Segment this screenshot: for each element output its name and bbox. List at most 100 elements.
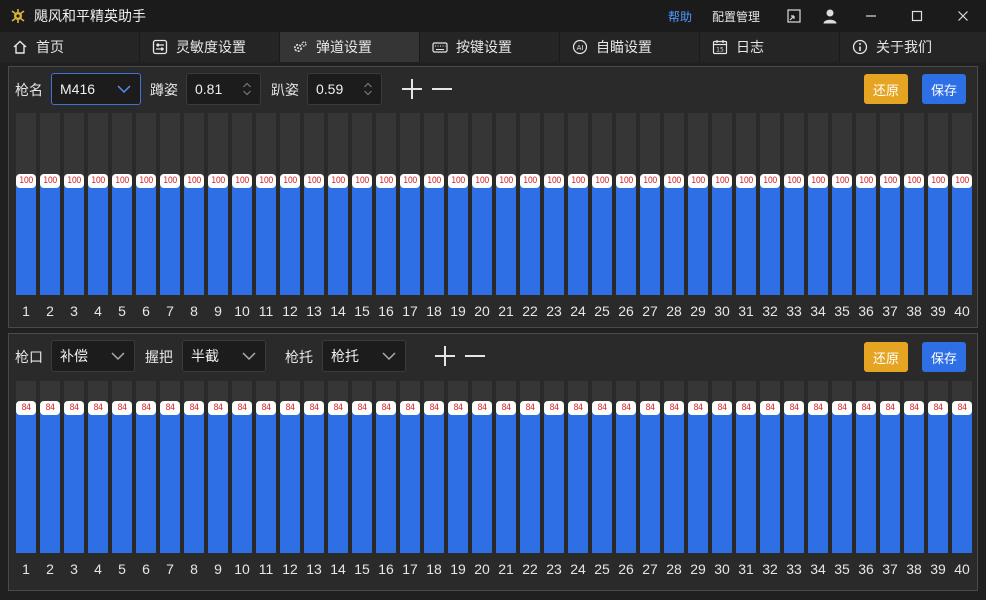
plus-icon[interactable] xyxy=(434,345,456,367)
bar-value-badge[interactable]: 84 xyxy=(400,401,420,415)
bar-value-badge[interactable]: 100 xyxy=(304,174,324,188)
bar-value-badge[interactable]: 84 xyxy=(712,401,732,415)
bar-value-badge[interactable]: 84 xyxy=(496,401,516,415)
bar-value-badge[interactable]: 84 xyxy=(544,401,564,415)
bar-value-badge[interactable]: 100 xyxy=(496,174,516,188)
minus-icon[interactable] xyxy=(464,345,486,367)
bar-value-badge[interactable]: 100 xyxy=(616,174,636,188)
bar-value-badge[interactable]: 84 xyxy=(232,401,252,415)
bar-value-badge[interactable]: 100 xyxy=(664,174,684,188)
bar-value-badge[interactable]: 100 xyxy=(88,174,108,188)
bar-value-badge[interactable]: 84 xyxy=(136,401,156,415)
bar-value-badge[interactable]: 84 xyxy=(904,401,924,415)
bar-value-badge[interactable]: 84 xyxy=(424,401,444,415)
maximize-button[interactable] xyxy=(894,0,940,32)
restore-button[interactable]: 还原 xyxy=(864,74,908,104)
bar-value-badge[interactable]: 84 xyxy=(760,401,780,415)
tab-about[interactable]: 关于我们 xyxy=(840,32,980,62)
bar-value-badge[interactable]: 100 xyxy=(208,174,228,188)
muzzle-select[interactable]: 补偿 xyxy=(51,340,135,372)
bar-value-badge[interactable]: 100 xyxy=(16,174,36,188)
bar-value-badge[interactable]: 84 xyxy=(856,401,876,415)
bar-value-badge[interactable]: 84 xyxy=(352,401,372,415)
bar-value-badge[interactable]: 84 xyxy=(16,401,36,415)
bar-value-badge[interactable]: 84 xyxy=(184,401,204,415)
bar-value-badge[interactable]: 84 xyxy=(592,401,612,415)
bar-value-badge[interactable]: 84 xyxy=(280,401,300,415)
stock-select[interactable]: 枪托 xyxy=(322,340,406,372)
bar-value-badge[interactable]: 100 xyxy=(952,174,972,188)
bar-value-badge[interactable]: 100 xyxy=(184,174,204,188)
bar-value-badge[interactable]: 100 xyxy=(136,174,156,188)
bar-value-badge[interactable]: 100 xyxy=(688,174,708,188)
bar-value-badge[interactable]: 100 xyxy=(64,174,84,188)
bar-value-badge[interactable]: 84 xyxy=(832,401,852,415)
bar-value-badge[interactable]: 84 xyxy=(880,401,900,415)
bar-value-badge[interactable]: 100 xyxy=(712,174,732,188)
bar-value-badge[interactable]: 84 xyxy=(784,401,804,415)
bar-value-badge[interactable]: 100 xyxy=(448,174,468,188)
bar-value-badge[interactable]: 100 xyxy=(328,174,348,188)
restore-window-button[interactable] xyxy=(776,0,812,32)
bar-value-badge[interactable]: 100 xyxy=(808,174,828,188)
config-manage-link[interactable]: 配置管理 xyxy=(712,8,760,25)
bar-value-badge[interactable]: 84 xyxy=(520,401,540,415)
save-button[interactable]: 保存 xyxy=(922,74,966,104)
bar-value-badge[interactable]: 84 xyxy=(40,401,60,415)
help-link[interactable]: 帮助 xyxy=(668,8,692,25)
spinner-icon[interactable] xyxy=(242,81,252,97)
bar-value-badge[interactable]: 100 xyxy=(352,174,372,188)
bar-value-badge[interactable]: 100 xyxy=(232,174,252,188)
plus-icon[interactable] xyxy=(401,78,423,100)
bar-value-badge[interactable]: 84 xyxy=(88,401,108,415)
bar-value-badge[interactable]: 100 xyxy=(160,174,180,188)
bar-value-badge[interactable]: 100 xyxy=(40,174,60,188)
bar-value-badge[interactable]: 84 xyxy=(304,401,324,415)
bar-value-badge[interactable]: 100 xyxy=(856,174,876,188)
close-button[interactable] xyxy=(940,0,986,32)
minus-icon[interactable] xyxy=(431,78,453,100)
bar-value-badge[interactable]: 84 xyxy=(568,401,588,415)
bar-value-badge[interactable]: 100 xyxy=(760,174,780,188)
bar-value-badge[interactable]: 100 xyxy=(640,174,660,188)
bar-value-badge[interactable]: 84 xyxy=(664,401,684,415)
bar-value-badge[interactable]: 100 xyxy=(880,174,900,188)
bar-value-badge[interactable]: 100 xyxy=(112,174,132,188)
bar-value-badge[interactable]: 84 xyxy=(112,401,132,415)
minimize-button[interactable] xyxy=(848,0,894,32)
bar-value-badge[interactable]: 84 xyxy=(952,401,972,415)
tab-keybinds[interactable]: 按键设置 xyxy=(420,32,560,62)
bar-value-badge[interactable]: 84 xyxy=(736,401,756,415)
spinner-icon[interactable] xyxy=(363,81,373,97)
bar-value-badge[interactable]: 84 xyxy=(808,401,828,415)
bar-value-badge[interactable]: 84 xyxy=(448,401,468,415)
user-button[interactable] xyxy=(812,0,848,32)
gun-name-select[interactable]: M416 xyxy=(51,73,141,105)
bar-value-badge[interactable]: 100 xyxy=(568,174,588,188)
bar-value-badge[interactable]: 100 xyxy=(424,174,444,188)
bar-value-badge[interactable]: 84 xyxy=(928,401,948,415)
bar-value-badge[interactable]: 100 xyxy=(280,174,300,188)
crouch-input[interactable]: 0.81 xyxy=(186,73,261,105)
bar-value-badge[interactable]: 100 xyxy=(376,174,396,188)
tab-log[interactable]: 15 日志 xyxy=(700,32,840,62)
bar-value-badge[interactable]: 84 xyxy=(160,401,180,415)
bar-value-badge[interactable]: 100 xyxy=(472,174,492,188)
bar-value-badge[interactable]: 100 xyxy=(520,174,540,188)
bar-value-badge[interactable]: 100 xyxy=(784,174,804,188)
bar-value-badge[interactable]: 100 xyxy=(928,174,948,188)
tab-home[interactable]: 首页 xyxy=(0,32,140,62)
bar-value-badge[interactable]: 84 xyxy=(688,401,708,415)
bar-value-badge[interactable]: 100 xyxy=(592,174,612,188)
bar-value-badge[interactable]: 100 xyxy=(832,174,852,188)
bar-value-badge[interactable]: 100 xyxy=(736,174,756,188)
bar-value-badge[interactable]: 100 xyxy=(400,174,420,188)
bar-value-badge[interactable]: 100 xyxy=(256,174,276,188)
bar-value-badge[interactable]: 100 xyxy=(544,174,564,188)
tab-sensitivity[interactable]: 灵敏度设置 xyxy=(140,32,280,62)
prone-input[interactable]: 0.59 xyxy=(307,73,382,105)
bar-value-badge[interactable]: 84 xyxy=(208,401,228,415)
bar-value-badge[interactable]: 84 xyxy=(472,401,492,415)
bar-value-badge[interactable]: 100 xyxy=(904,174,924,188)
bar-value-badge[interactable]: 84 xyxy=(64,401,84,415)
